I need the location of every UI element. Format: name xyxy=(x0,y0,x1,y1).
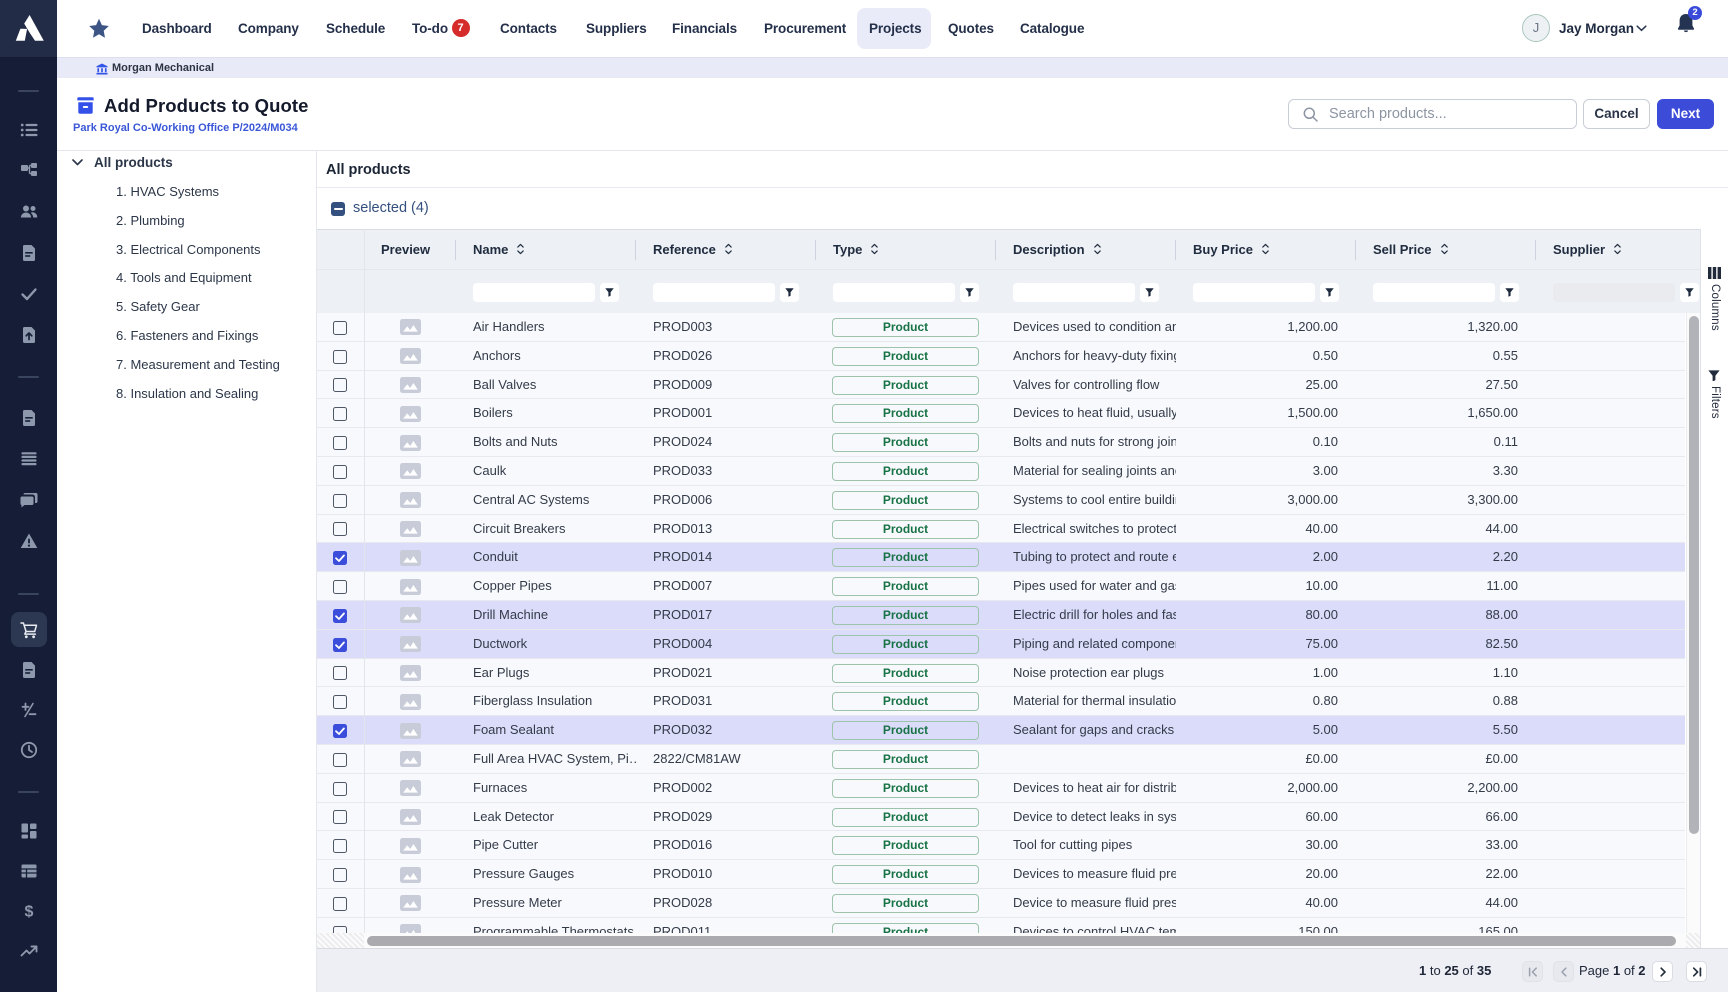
svg-text:$: $ xyxy=(24,904,33,921)
